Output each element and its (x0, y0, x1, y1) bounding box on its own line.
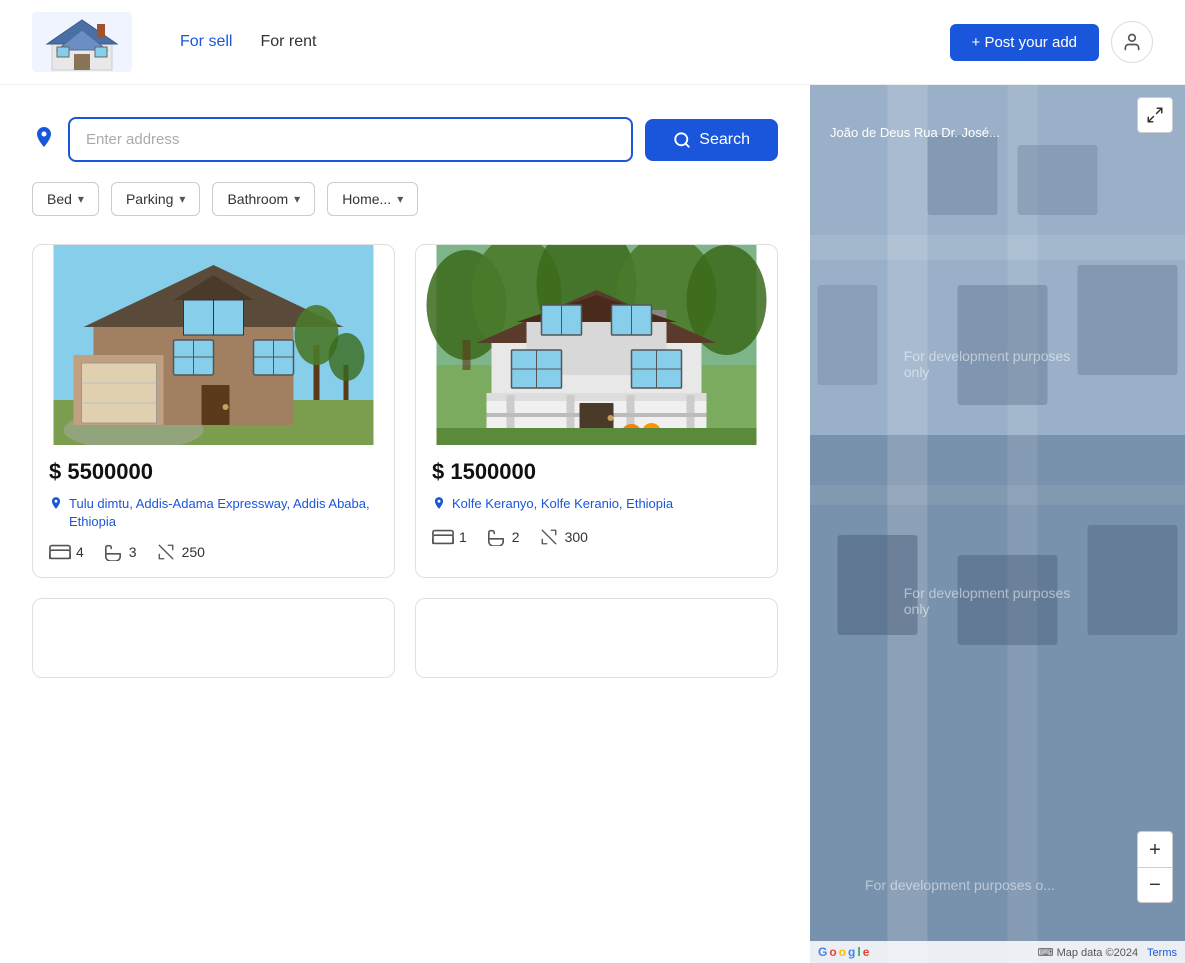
map-zoom-controls: + − (1137, 831, 1173, 903)
listing-image-2 (416, 245, 777, 445)
chevron-down-icon: ▾ (294, 192, 300, 206)
search-row: Search (32, 117, 778, 162)
map-zoom-out-button[interactable]: − (1137, 867, 1173, 903)
parking-filter[interactable]: Parking ▾ (111, 182, 201, 216)
listings-grid: $ 5500000 Tulu dimtu, Addis-Adama Expres… (32, 244, 778, 678)
map-fullscreen-button[interactable] (1137, 97, 1173, 133)
map-dev-text-3: For development purposes o... (865, 877, 1055, 893)
listing-price: $ 1500000 (432, 459, 761, 485)
bed-icon (49, 543, 71, 561)
bath-feature: 2 (485, 528, 520, 546)
area-feature: 300 (538, 528, 588, 546)
logo (32, 12, 132, 72)
listing-body: $ 1500000 Kolfe Keranyo, Kolfe Keranio, … (416, 445, 777, 562)
map-zoom-in-button[interactable]: + (1137, 831, 1173, 867)
listing-features: 4 3 250 (49, 543, 378, 561)
terms-link[interactable]: Terms (1147, 947, 1177, 959)
home-type-filter[interactable]: Home... ▾ (327, 182, 418, 216)
chevron-down-icon: ▾ (179, 192, 185, 206)
location-pin-icon (49, 496, 63, 516)
post-add-button[interactable]: + Post your add (950, 24, 1099, 61)
listing-price: $ 5500000 (49, 459, 378, 485)
map-attribution: ⌨ Map data ©2024 Terms (1038, 946, 1177, 959)
area-icon (538, 528, 560, 546)
location-pin-icon (32, 125, 56, 155)
listing-location: Kolfe Keranyo, Kolfe Keranio, Ethiopia (432, 495, 761, 516)
logo-icon (32, 12, 132, 72)
bed-feature: 1 (432, 528, 467, 546)
listing-card[interactable]: $ 5500000 Tulu dimtu, Addis-Adama Expres… (32, 244, 395, 578)
user-account-button[interactable] (1111, 21, 1153, 63)
nav: For sell For rent (180, 33, 918, 51)
map-dev-text-1: For development purposes only (904, 348, 1092, 380)
main-container: Search Bed ▾ Parking ▾ Bathroom ▾ Home..… (0, 85, 1185, 963)
listing-card[interactable]: $ 1500000 Kolfe Keranyo, Kolfe Keranio, … (415, 244, 778, 578)
listing-card-partial[interactable] (415, 598, 778, 678)
nav-for-sell[interactable]: For sell (180, 33, 232, 51)
filter-row: Bed ▾ Parking ▾ Bathroom ▾ Home... ▾ (32, 182, 778, 216)
nav-for-rent[interactable]: For rent (260, 33, 316, 51)
header-actions: + Post your add (950, 21, 1153, 63)
map-background (810, 85, 1185, 963)
fullscreen-icon (1146, 106, 1164, 124)
listings-panel: Search Bed ▾ Parking ▾ Bathroom ▾ Home..… (0, 85, 810, 963)
search-input[interactable] (68, 117, 633, 162)
header: For sell For rent + Post your add (0, 0, 1185, 85)
location-pin-icon (432, 496, 446, 516)
bath-icon (485, 528, 507, 546)
map-road-label: João de Deus Rua Dr. José... (830, 125, 1000, 140)
chevron-down-icon: ▾ (397, 192, 403, 206)
listing-location: Tulu dimtu, Addis-Adama Expressway, Addi… (49, 495, 378, 531)
bathroom-filter[interactable]: Bathroom ▾ (212, 182, 315, 216)
area-feature: 250 (155, 543, 205, 561)
bed-filter[interactable]: Bed ▾ (32, 182, 99, 216)
bed-feature: 4 (49, 543, 84, 561)
listing-body: $ 5500000 Tulu dimtu, Addis-Adama Expres… (33, 445, 394, 577)
listing-card-partial[interactable] (32, 598, 395, 678)
user-icon (1122, 32, 1142, 52)
listing-features: 1 2 300 (432, 528, 761, 546)
bath-icon (102, 543, 124, 561)
bed-icon (432, 528, 454, 546)
map-footer: Google ⌨ Map data ©2024 Terms (810, 941, 1185, 963)
search-icon (673, 131, 691, 149)
chevron-down-icon: ▾ (78, 192, 84, 206)
area-icon (155, 543, 177, 561)
listing-image-1 (33, 245, 394, 445)
keyboard-icon: ⌨ (1038, 947, 1054, 959)
google-logo: Google (818, 945, 869, 959)
bath-feature: 3 (102, 543, 137, 561)
search-button[interactable]: Search (645, 119, 778, 161)
map-panel: João de Deus Rua Dr. José... For develop… (810, 85, 1185, 963)
map-dev-text-2: For development purposes only (904, 585, 1092, 617)
